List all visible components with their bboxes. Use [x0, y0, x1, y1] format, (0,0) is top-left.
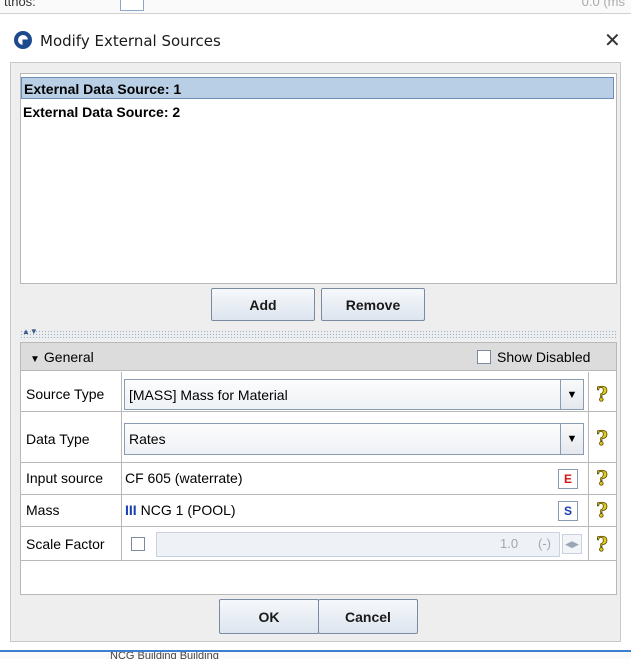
input-source-value: CF 605 (waterrate) — [125, 470, 243, 486]
source-type-dropdown-arrow[interactable]: ▼ — [560, 379, 584, 410]
background-window-strip: ttnos: 0.0 (ms — [0, 0, 631, 14]
material-icon: III — [125, 502, 137, 518]
scale-factor-label: Scale Factor — [26, 536, 105, 552]
window-title: Modify External Sources — [40, 32, 221, 50]
mass-value-text: NCG 1 (POOL) — [140, 502, 236, 518]
show-disabled-checkbox[interactable] — [477, 350, 491, 364]
source-type-select[interactable]: [MASS] Mass for Material — [124, 379, 561, 410]
data-type-help-icon[interactable]: ? — [594, 426, 610, 451]
input-source-label: Input source — [26, 470, 104, 486]
edit-source-button[interactable]: E — [558, 469, 578, 489]
background-field — [120, 0, 144, 11]
close-button[interactable]: ✕ — [604, 28, 621, 53]
add-button[interactable]: Add — [211, 288, 315, 321]
list-item-source-2[interactable]: External Data Source: 2 — [21, 101, 614, 123]
external-source-list[interactable]: External Data Source: 1 External Data So… — [20, 73, 617, 284]
collapse-triangle-icon: ▼ — [30, 354, 40, 365]
remove-button[interactable]: Remove — [321, 288, 425, 321]
background-label: ttnos: — [4, 0, 36, 9]
select-material-button[interactable]: S — [558, 501, 578, 521]
row-divider — [21, 462, 616, 463]
scale-factor-value: 1.0 — [500, 536, 519, 551]
app-logo-icon — [14, 31, 32, 49]
mass-help-icon[interactable]: ? — [594, 498, 610, 523]
split-pane-divider[interactable] — [20, 330, 617, 338]
source-type-help-icon[interactable]: ? — [594, 382, 610, 407]
split-arrows-icon[interactable]: ▲▼ — [22, 328, 38, 336]
input-source-help-icon[interactable]: ? — [594, 466, 610, 491]
column-divider — [121, 372, 122, 560]
data-type-label: Data Type — [26, 431, 90, 447]
show-disabled-label: Show Disabled — [497, 349, 591, 365]
spinner-arrows-icon[interactable]: ◀▶ — [562, 534, 582, 554]
ok-button[interactable]: OK — [219, 599, 319, 634]
scale-factor-help-icon[interactable]: ? — [594, 532, 610, 557]
mass-value: III NCG 1 (POOL) — [125, 502, 236, 518]
scale-factor-unit: (-) — [538, 536, 551, 551]
mass-label: Mass — [26, 502, 60, 518]
column-divider — [588, 372, 589, 560]
row-divider — [21, 560, 616, 561]
background-window-bottom: NCG Building Building — [0, 650, 631, 659]
background-value: 0.0 (ms — [581, 0, 625, 9]
scale-factor-checkbox[interactable] — [131, 537, 145, 551]
data-type-dropdown-arrow[interactable]: ▼ — [560, 423, 584, 455]
cancel-button[interactable]: Cancel — [318, 599, 418, 634]
row-divider — [21, 411, 616, 412]
row-divider — [21, 494, 616, 495]
data-type-select[interactable]: Rates — [124, 423, 561, 455]
general-label: General — [43, 349, 94, 365]
background-bottom-text: NCG Building Building — [110, 650, 219, 659]
source-type-label: Source Type — [26, 386, 105, 402]
list-item-source-1[interactable]: External Data Source: 1 — [21, 77, 614, 99]
general-section-title[interactable]: ▼ General — [30, 349, 94, 365]
row-divider — [21, 526, 616, 527]
